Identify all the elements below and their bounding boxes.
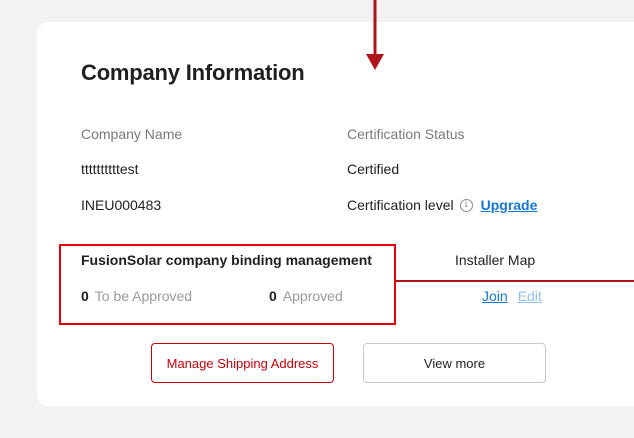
annotation-arrow-down bbox=[366, 54, 384, 70]
page: Company Information Company Name ttttttt… bbox=[0, 0, 634, 438]
annotation-overlay bbox=[366, 0, 634, 282]
